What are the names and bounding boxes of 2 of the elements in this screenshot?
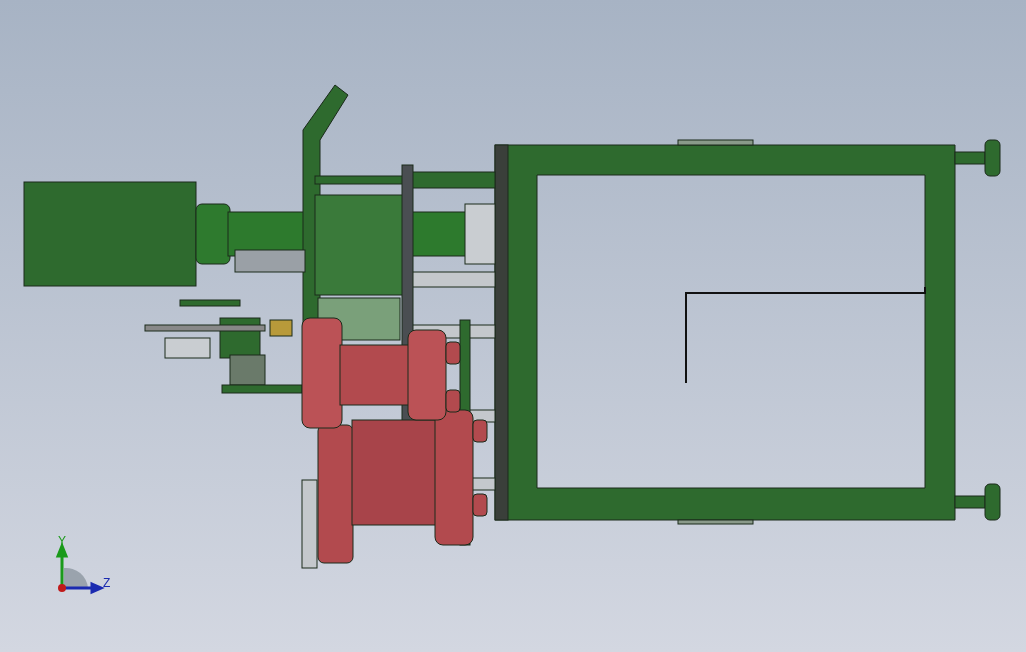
- axis-label: Y: [58, 534, 66, 548]
- axis-label: Z: [103, 576, 111, 590]
